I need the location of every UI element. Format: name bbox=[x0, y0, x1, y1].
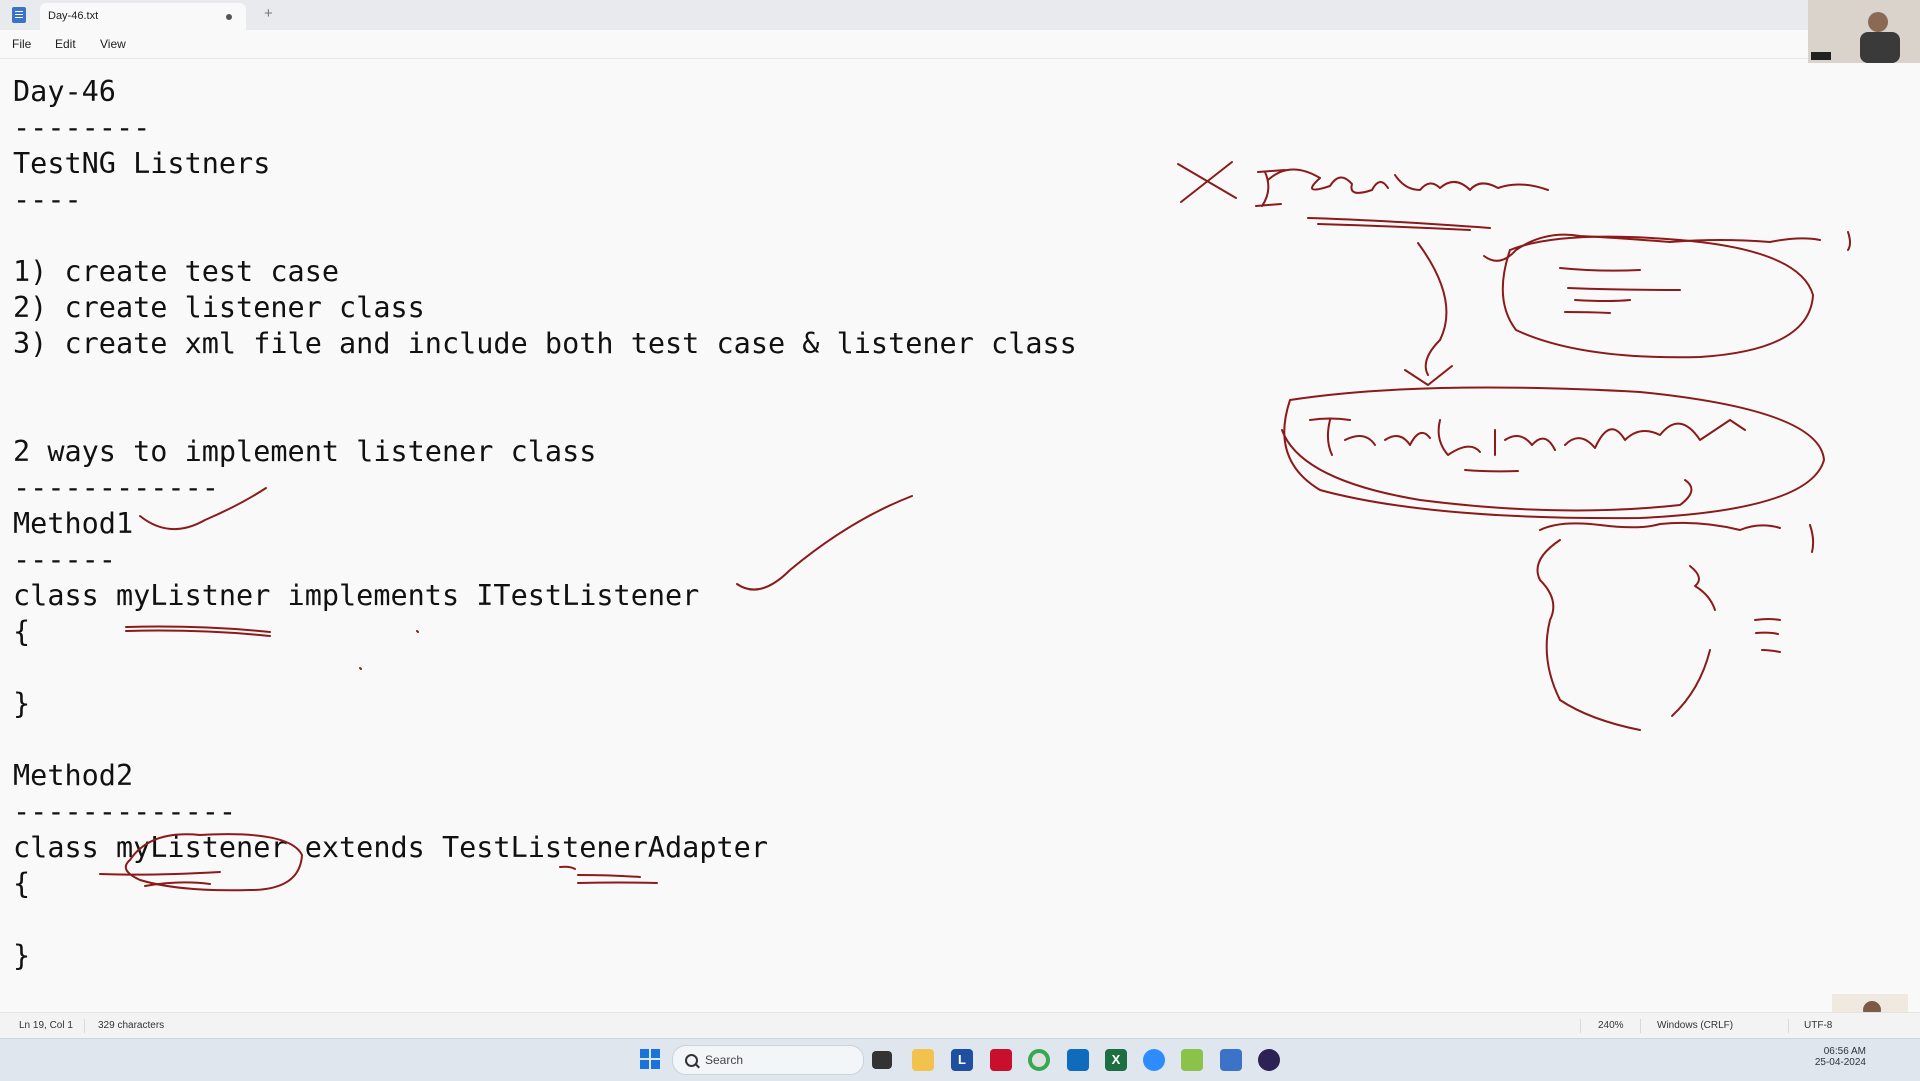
editor-line: TestNG Listners bbox=[13, 147, 271, 180]
editor-line: ------------- bbox=[13, 795, 237, 828]
line-ending[interactable]: Windows (CRLF) bbox=[1657, 1020, 1733, 1031]
character-count: 329 characters bbox=[98, 1020, 165, 1031]
menu-view[interactable]: View bbox=[100, 37, 126, 51]
outlook-icon[interactable] bbox=[1067, 1049, 1089, 1071]
editor-line: 2 ways to implement listener class bbox=[13, 435, 597, 468]
notepad-icon bbox=[12, 7, 26, 23]
search-placeholder: Search bbox=[705, 1053, 744, 1067]
tab-day46[interactable]: Day-46.txt bbox=[40, 3, 246, 30]
status-divider bbox=[1788, 1019, 1789, 1033]
windows-start-icon[interactable] bbox=[640, 1049, 660, 1069]
editor-line: ------------ bbox=[13, 471, 219, 504]
new-tab-button[interactable]: + bbox=[264, 5, 273, 22]
title-bar: Day-46.txt + bbox=[0, 0, 1920, 31]
editor-line: 3) create xml file and include both test… bbox=[13, 327, 1077, 360]
editor-line: class myListener extends TestListenerAda… bbox=[13, 831, 768, 864]
editor-line: { bbox=[13, 615, 31, 648]
editor-line: 2) create listener class bbox=[13, 291, 425, 324]
text-editor[interactable]: Day-46 -------- TestNG Listners ---- 1) crea… bbox=[0, 59, 1920, 1011]
camera-badge-icon bbox=[1811, 52, 1831, 60]
task-view-icon[interactable] bbox=[872, 1051, 892, 1069]
status-divider bbox=[1640, 1019, 1641, 1033]
editor-line: class myListner implements ITestListener bbox=[13, 579, 700, 612]
l-app-icon[interactable]: L bbox=[951, 1049, 973, 1071]
editor-line: ------ bbox=[13, 543, 116, 576]
editor-line: { bbox=[13, 867, 31, 900]
editor-line: Method2 bbox=[13, 759, 134, 792]
cursor-position: Ln 19, Col 1 bbox=[19, 1020, 73, 1031]
menu-edit[interactable]: Edit bbox=[55, 37, 76, 51]
menu-bar: File Edit View bbox=[0, 30, 1920, 59]
editor-line: -------- bbox=[13, 111, 151, 144]
chrome-icon[interactable] bbox=[1028, 1049, 1050, 1071]
windows-taskbar: Search L X 06:56 AM 25-04-2024 bbox=[0, 1038, 1920, 1081]
notepad-taskbar-icon[interactable] bbox=[1220, 1049, 1242, 1071]
clock-time: 06:56 AM bbox=[1823, 1046, 1866, 1057]
zoom-level[interactable]: 240% bbox=[1598, 1020, 1624, 1031]
taskbar-search[interactable]: Search bbox=[672, 1045, 864, 1075]
status-bar: Ln 19, Col 1 329 characters 240% Windows… bbox=[0, 1012, 1920, 1039]
tab-title: Day-46.txt bbox=[48, 10, 99, 22]
search-icon bbox=[685, 1054, 698, 1067]
paint-icon[interactable] bbox=[1181, 1049, 1203, 1071]
editor-line: } bbox=[13, 687, 31, 720]
editor-line: Method1 bbox=[13, 507, 134, 540]
excel-icon[interactable]: X bbox=[1105, 1049, 1127, 1071]
status-divider bbox=[1580, 1019, 1581, 1033]
encoding[interactable]: UTF-8 bbox=[1804, 1020, 1832, 1031]
webcam-thumbnail-top bbox=[1808, 0, 1920, 63]
clock-date: 25-04-2024 bbox=[1814, 1057, 1866, 1068]
mcafee-icon[interactable] bbox=[990, 1049, 1012, 1071]
eclipse-icon[interactable] bbox=[1258, 1049, 1280, 1071]
system-clock[interactable]: 06:56 AM 25-04-2024 bbox=[1806, 1046, 1866, 1068]
zoom-icon[interactable] bbox=[1143, 1049, 1165, 1071]
editor-line: 1) create test case bbox=[13, 255, 340, 288]
status-divider bbox=[84, 1019, 85, 1033]
file-explorer-icon[interactable] bbox=[912, 1049, 934, 1071]
unsaved-dot-icon[interactable] bbox=[226, 14, 232, 20]
editor-line: } bbox=[13, 939, 31, 972]
menu-file[interactable]: File bbox=[12, 37, 31, 51]
editor-line: ---- bbox=[13, 183, 82, 216]
editor-line: Day-46 bbox=[13, 75, 116, 108]
